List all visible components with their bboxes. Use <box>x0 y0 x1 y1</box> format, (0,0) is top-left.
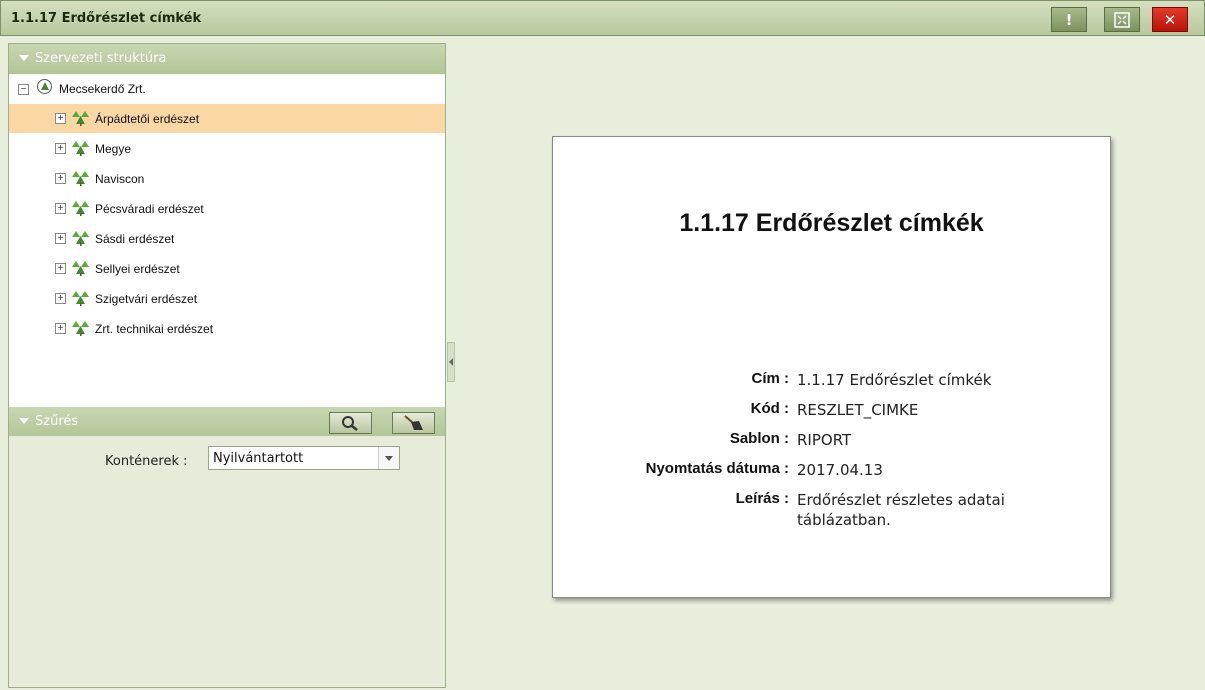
window-titlebar: 1.1.17 Erdőrészlet címkék ! ✕ <box>0 0 1205 36</box>
tree-item[interactable]: + Zrt. technikai erdészet <box>9 314 445 343</box>
forestry-unit-icon <box>72 321 89 336</box>
panel-splitter[interactable] <box>447 342 455 382</box>
window-title: 1.1.17 Erdőrészlet címkék <box>11 11 202 26</box>
tree-item[interactable]: + Sellyei erdészet <box>9 254 445 283</box>
report-field-value: RESZLET_CIMKE <box>797 401 919 419</box>
containers-select[interactable]: Nyilvántartott <box>208 446 400 470</box>
expand-toggle-icon[interactable]: + <box>55 323 66 334</box>
close-button[interactable]: ✕ <box>1152 7 1188 32</box>
report-field-key: Nyomtatás dátuma : <box>645 460 789 477</box>
tree-item[interactable]: + Pécsváradi erdészet <box>9 194 445 223</box>
report-field-key: Sablon : <box>729 430 789 447</box>
report-field-value: 2017.04.13 <box>797 461 883 479</box>
tree-item[interactable]: + Megye <box>9 134 445 163</box>
forestry-unit-icon <box>72 261 89 276</box>
tree-item[interactable]: + Naviscon <box>9 164 445 193</box>
expand-toggle-icon[interactable]: + <box>55 233 66 244</box>
collapse-arrow-icon[interactable] <box>19 55 29 61</box>
forestry-unit-icon <box>72 291 89 306</box>
filter-section-title: Szűrés <box>35 414 79 429</box>
forestry-unit-icon <box>72 201 89 216</box>
report-field-value: 1.1.17 Erdőrészlet címkék <box>797 371 992 389</box>
tree-item-label: Pécsváradi erdészet <box>95 202 204 216</box>
tree-item-label: Sásdi erdészet <box>95 232 175 246</box>
search-icon <box>342 416 358 431</box>
expand-toggle-icon[interactable]: + <box>55 113 66 124</box>
org-tree: − Mecsekerdő Zrt. + Árpádtetői erdészet + M… <box>9 75 445 407</box>
tree-item-label: Szigetvári erdészet <box>95 292 198 306</box>
tree-item-label: Zrt. technikai erdészet <box>95 322 214 336</box>
report-card: 1.1.17 Erdőrészlet címkék Cím : 1.1.17 Er… <box>552 136 1111 598</box>
collapse-toggle-icon[interactable]: − <box>18 84 29 95</box>
clear-filter-button[interactable] <box>392 412 435 434</box>
expand-toggle-icon[interactable]: + <box>55 203 66 214</box>
report-title: 1.1.17 Erdőrészlet címkék <box>679 209 984 237</box>
info-button[interactable]: ! <box>1051 7 1087 32</box>
report-field-value: Erdőrészlet részletes adatai táblázatban… <box>797 491 1005 529</box>
forestry-unit-icon <box>72 111 89 126</box>
tree-item[interactable]: + Sásdi erdészet <box>9 224 445 253</box>
broom-icon <box>404 415 423 430</box>
filter-section-header[interactable]: Szűrés <box>9 407 445 437</box>
search-button[interactable] <box>329 412 372 434</box>
report-field-key: Cím : <box>751 370 790 387</box>
expand-toggle-icon[interactable]: + <box>55 263 66 274</box>
close-icon: ✕ <box>1163 10 1177 29</box>
report-field-key: Kód : <box>750 400 789 417</box>
structure-section-title: Szervezeti struktúra <box>35 51 167 66</box>
tree-item-label: Naviscon <box>95 172 145 186</box>
report-field-value: RIPORT <box>797 431 852 449</box>
containers-select-value: Nyilvántartott <box>213 451 304 466</box>
tree-item-label: Árpádtetői erdészet <box>95 112 200 126</box>
structure-section-header[interactable]: Szervezeti struktúra <box>9 44 445 74</box>
tree-root-label: Mecsekerdő Zrt. <box>59 82 146 96</box>
expand-toggle-icon[interactable]: + <box>55 173 66 184</box>
containers-label: Konténerek : <box>105 454 188 469</box>
collapse-arrow-icon[interactable] <box>19 418 29 424</box>
tree-item-label: Sellyei erdészet <box>95 262 180 276</box>
exclamation-icon: ! <box>1065 10 1073 29</box>
tree-item[interactable]: + Árpádtetői erdészet <box>9 104 445 133</box>
report-preview-area: 1.1.17 Erdőrészlet címkék Cím : 1.1.17 Er… <box>457 43 1205 690</box>
report-field-key: Leírás : <box>735 490 789 507</box>
tree-item[interactable]: + Szigetvári erdészet <box>9 284 445 313</box>
forestry-unit-icon <box>72 171 89 186</box>
tree-item-label: Megye <box>95 142 132 156</box>
expand-icon <box>1114 11 1130 28</box>
forestry-unit-icon <box>72 231 89 246</box>
tree-emblem-icon <box>37 79 52 94</box>
left-panel: Szervezeti struktúra − Mecsekerdő Zrt. +… <box>8 43 446 688</box>
tree-root[interactable]: − Mecsekerdő Zrt. <box>9 75 445 104</box>
maximize-button[interactable] <box>1104 7 1140 32</box>
expand-toggle-icon[interactable]: + <box>55 143 66 154</box>
expand-toggle-icon[interactable]: + <box>55 293 66 304</box>
filter-panel: Konténerek : Nyilvántartott <box>9 436 445 687</box>
chevron-down-icon[interactable] <box>378 447 399 469</box>
forestry-unit-icon <box>72 141 89 156</box>
